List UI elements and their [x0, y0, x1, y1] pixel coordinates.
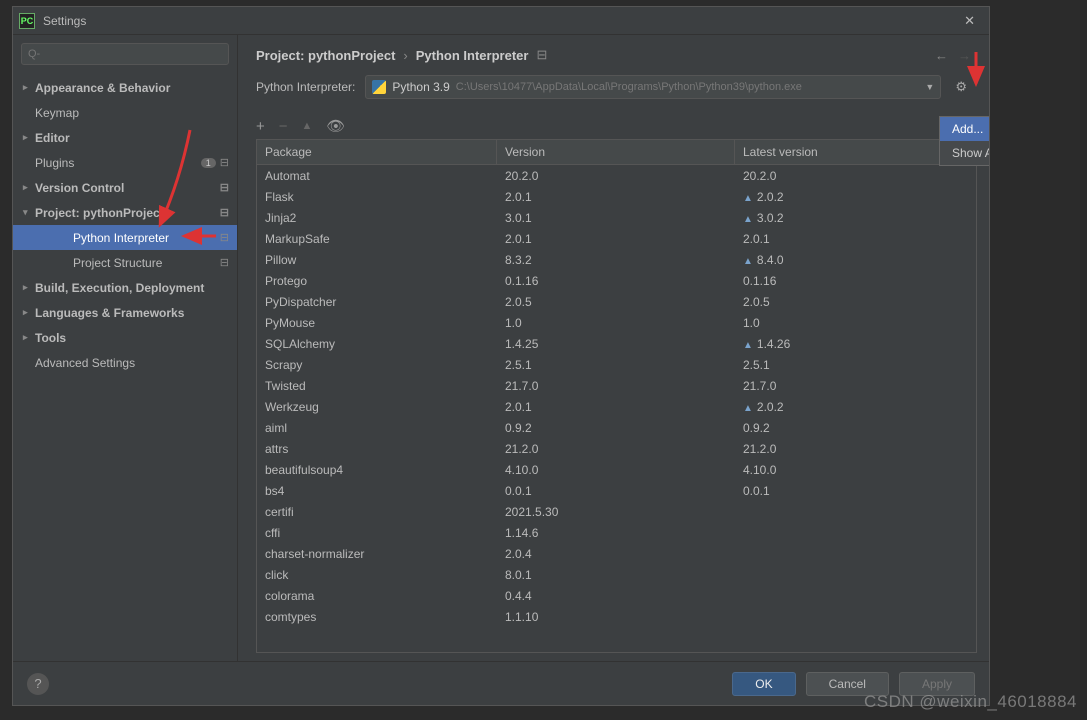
package-table: Package Version Latest version Automat20… [256, 139, 977, 653]
python-logo-icon [372, 80, 386, 94]
table-row[interactable]: Jinja23.0.1▲3.0.2 [257, 207, 976, 228]
table-row[interactable]: Protego0.1.160.1.16 [257, 270, 976, 291]
main-panel: Project: pythonProject › Python Interpre… [238, 35, 989, 661]
nav-back-icon[interactable]: ← [935, 48, 948, 63]
sidebar-item[interactable]: ▾Project: pythonProject⊟ [13, 200, 237, 225]
remove-package-button[interactable]: − [279, 118, 288, 135]
table-row[interactable]: cffi1.14.6 [257, 522, 976, 543]
sidebar-item[interactable]: ▸Languages & Frameworks [13, 300, 237, 325]
sidebar-item[interactable]: ▸Version Control⊟ [13, 175, 237, 200]
interpreter-dropdown[interactable]: Python 3.9 C:\Users\10477\AppData\Local\… [365, 75, 941, 99]
window-title: Settings [43, 14, 956, 28]
sidebar-item[interactable]: Advanced Settings [13, 350, 237, 375]
table-row[interactable]: aiml0.9.20.9.2 [257, 417, 976, 438]
upgrade-package-button[interactable]: ▲ [302, 120, 313, 132]
breadcrumb: Project: pythonProject › Python Interpre… [238, 35, 989, 75]
interpreter-gear-menu: Add... Show All... [939, 116, 989, 166]
breadcrumb-project: Project: pythonProject [256, 48, 395, 63]
menu-show-all[interactable]: Show All... [940, 141, 989, 165]
col-version[interactable]: Version [497, 140, 735, 164]
table-row[interactable]: certifi2021.5.30 [257, 501, 976, 522]
table-row[interactable]: Twisted21.7.021.7.0 [257, 375, 976, 396]
menu-add[interactable]: Add... [940, 117, 989, 141]
table-row[interactable]: Werkzeug2.0.1▲2.0.2 [257, 396, 976, 417]
table-row[interactable]: Automat20.2.020.2.0 [257, 165, 976, 186]
table-row[interactable]: Scrapy2.5.12.5.1 [257, 354, 976, 375]
window-body: ▸Appearance & BehaviorKeymap▸EditorPlugi… [13, 35, 989, 661]
sidebar-item[interactable]: ▸Tools [13, 325, 237, 350]
table-row[interactable]: colorama0.4.4 [257, 585, 976, 606]
package-table-header: Package Version Latest version [257, 140, 976, 165]
table-row[interactable]: attrs21.2.021.2.0 [257, 438, 976, 459]
package-toolbar: + − ▲ 👁 [238, 111, 989, 139]
gear-icon[interactable]: ⚙ [951, 75, 971, 99]
sidebar-item[interactable]: ▸Build, Execution, Deployment [13, 275, 237, 300]
sidebar: ▸Appearance & BehaviorKeymap▸EditorPlugi… [13, 35, 238, 661]
table-row[interactable]: click8.0.1 [257, 564, 976, 585]
col-package[interactable]: Package [257, 140, 497, 164]
settings-window: PC Settings ✕ ▸Appearance & BehaviorKeym… [12, 6, 990, 706]
table-row[interactable]: bs40.0.10.0.1 [257, 480, 976, 501]
table-row[interactable]: MarkupSafe2.0.12.0.1 [257, 228, 976, 249]
table-row[interactable]: SQLAlchemy1.4.25▲1.4.26 [257, 333, 976, 354]
sidebar-item[interactable]: ▸Appearance & Behavior [13, 75, 237, 100]
interpreter-label: Python Interpreter: [256, 80, 355, 94]
project-scope-icon: ⊟ [536, 47, 547, 63]
show-early-releases-icon[interactable]: 👁 [326, 117, 345, 135]
sidebar-item[interactable]: Project Structure⊟ [13, 250, 237, 275]
settings-tree: ▸Appearance & BehaviorKeymap▸EditorPlugi… [13, 73, 237, 661]
breadcrumb-sep: › [403, 48, 407, 63]
sidebar-item[interactable]: ▸Editor [13, 125, 237, 150]
watermark: CSDN @weixin_46018884 [864, 692, 1077, 712]
add-package-button[interactable]: + [256, 118, 265, 135]
table-row[interactable]: PyMouse1.01.0 [257, 312, 976, 333]
table-row[interactable]: Pillow8.3.2▲8.4.0 [257, 249, 976, 270]
search-input[interactable] [21, 43, 229, 65]
interpreter-row: Python Interpreter: Python 3.9 C:\Users\… [238, 75, 989, 111]
app-logo-icon: PC [19, 13, 35, 29]
sidebar-item[interactable]: Plugins1⊟ [13, 150, 237, 175]
table-row[interactable]: Flask2.0.1▲2.0.2 [257, 186, 976, 207]
help-icon[interactable]: ? [27, 673, 49, 695]
sidebar-item[interactable]: Keymap [13, 100, 237, 125]
dialog-footer: ? OK Cancel Apply [13, 661, 989, 705]
package-rows[interactable]: Automat20.2.020.2.0Flask2.0.1▲2.0.2Jinja… [257, 165, 976, 652]
table-row[interactable]: beautifulsoup44.10.04.10.0 [257, 459, 976, 480]
interpreter-path: C:\Users\10477\AppData\Local\Programs\Py… [456, 81, 920, 93]
ok-button[interactable]: OK [732, 672, 795, 696]
titlebar: PC Settings ✕ [13, 7, 989, 35]
close-icon[interactable]: ✕ [956, 9, 983, 33]
sidebar-item[interactable]: Python Interpreter⊟ [13, 225, 237, 250]
chevron-down-icon: ▼ [925, 82, 934, 92]
table-row[interactable]: comtypes1.1.10 [257, 606, 976, 627]
nav-forward-icon[interactable]: → [958, 48, 971, 63]
breadcrumb-interpreter: Python Interpreter [416, 48, 529, 63]
table-row[interactable]: PyDispatcher2.0.52.0.5 [257, 291, 976, 312]
interpreter-name: Python 3.9 [392, 80, 449, 94]
table-row[interactable]: charset-normalizer2.0.4 [257, 543, 976, 564]
